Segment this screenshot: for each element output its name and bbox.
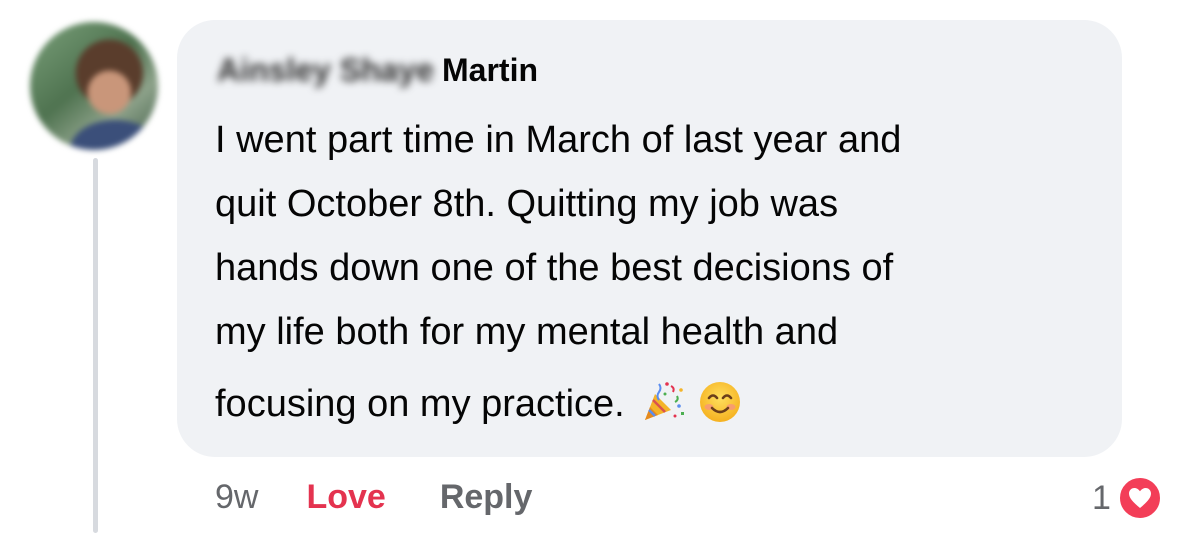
comment-actions: 9w Love Reply	[215, 473, 532, 521]
comment-line: hands down one of the best decisions of	[215, 247, 894, 289]
author-last-name: Martin	[442, 52, 538, 88]
comment-text: I went part time in March of last year a…	[215, 108, 1105, 436]
heart-icon	[1116, 475, 1163, 521]
comment-line: focusing on my practice.	[215, 383, 625, 425]
thread-line	[93, 158, 98, 533]
reply-button[interactable]: Reply	[440, 478, 533, 517]
reaction-summary[interactable]: 1	[1092, 472, 1163, 524]
avatar-shoulder	[70, 120, 158, 150]
avatar[interactable]	[30, 22, 158, 150]
comment-author[interactable]: Ainsley Shaye Martin	[217, 50, 538, 90]
comment-bubble: Ainsley Shaye Martin I went part time in …	[177, 20, 1122, 457]
reaction-count: 1	[1092, 478, 1111, 517]
comment-line-last: focusing on my practice.	[215, 372, 1105, 436]
author-first-name-blurred: Ainsley Shaye	[217, 52, 434, 88]
party-popper-icon	[641, 380, 685, 424]
comment-line: I went part time in March of last year a…	[215, 119, 902, 161]
timestamp[interactable]: 9w	[215, 478, 258, 517]
comment-line: my life both for my mental health and	[215, 311, 839, 353]
smiling-face-icon	[698, 380, 742, 424]
love-button[interactable]: Love	[306, 478, 385, 517]
comment-line: quit October 8th. Quitting my job was	[215, 183, 839, 225]
